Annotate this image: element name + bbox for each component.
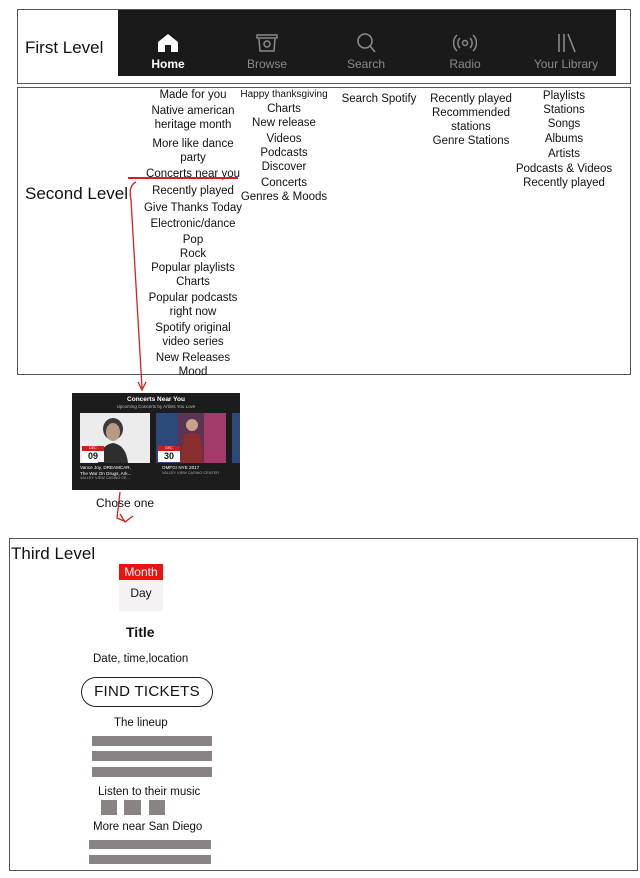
radio-item[interactable]: Recently played (424, 92, 518, 106)
search-submenu: Search Spotify (336, 92, 422, 106)
lineup-heading: The lineup (114, 717, 168, 729)
event-day-2: 30 (163, 451, 174, 461)
home-item[interactable]: right now (134, 305, 252, 319)
tab-browse-label: Browse (246, 57, 287, 71)
browse-submenu: Happy thanksgiving Charts New release Vi… (236, 88, 332, 204)
tab-your-library-label: Your Library (533, 57, 599, 71)
card-caption: Chose one (96, 496, 155, 510)
tab-search[interactable]: Search (316, 18, 416, 76)
home-icon (158, 34, 178, 52)
library-item[interactable]: Podcasts & Videos (512, 162, 616, 176)
event-title: Title (126, 624, 155, 640)
selection-underline (128, 177, 238, 179)
event-venue-1: VALLEY VIEW CASINO CE... (80, 476, 130, 480)
card-subtitle: Upcoming Concerts by Artists You Love (116, 404, 196, 409)
date-badge: Month Day (119, 564, 163, 611)
card-title: Concerts Near You (127, 396, 185, 403)
next-event-peek (232, 413, 240, 463)
browse-item[interactable]: Podcasts (236, 146, 332, 160)
library-item[interactable]: Songs (512, 117, 616, 131)
tab-bar: Home Browse Search Radio Your Library (118, 18, 616, 76)
home-item[interactable]: Spotify original (134, 321, 252, 335)
lineup-row[interactable] (92, 736, 212, 746)
event-details: Date, time,location (93, 653, 189, 665)
home-item[interactable]: Recently played (134, 184, 252, 198)
home-item[interactable]: Give Thanks Today (134, 201, 252, 215)
tab-search-label: Search (346, 57, 386, 71)
event-date-2: DEC 30 (158, 446, 180, 462)
home-submenu: Made for you Native american heritage mo… (134, 88, 252, 379)
music-tile[interactable] (149, 800, 165, 815)
home-item[interactable]: More like dance (134, 137, 252, 151)
event-venue-2: VALLEY VIEW CASINO CENTER (162, 470, 220, 475)
library-item[interactable]: Artists (512, 147, 616, 161)
home-item[interactable]: Rock (134, 247, 252, 261)
find-tickets-button[interactable]: FIND TICKETS (81, 677, 213, 707)
event-caption-2[interactable]: OMFG! NYE 2017 VALLEY VIEW CASINO CENTER (162, 465, 236, 476)
home-item[interactable]: Popular playlists (134, 261, 252, 275)
search-icon (357, 33, 376, 53)
home-item[interactable]: New Releases (134, 351, 252, 365)
music-tile[interactable] (124, 800, 141, 815)
browse-item[interactable]: Genres & Moods (236, 190, 332, 204)
browse-item[interactable]: Charts (236, 102, 332, 116)
arrow-to-card-head (137, 381, 147, 392)
home-item[interactable]: Popular podcasts (134, 291, 252, 305)
event-date-1: DEC 09 (82, 446, 104, 462)
arrow-to-third-level-head (119, 513, 134, 523)
date-badge-day: Day (130, 586, 152, 600)
tab-your-library[interactable]: Your Library (516, 18, 616, 76)
home-item[interactable]: Native american (134, 104, 252, 118)
browse-icon (256, 34, 278, 52)
concerts-near-you-card: Concerts Near You Upcoming Concerts by A… (72, 393, 240, 490)
tab-radio[interactable]: Radio (415, 18, 515, 76)
home-item[interactable]: heritage month (134, 118, 252, 132)
second-level-title: Second Level (25, 184, 129, 203)
library-item[interactable]: Albums (512, 132, 616, 146)
nearby-event-row[interactable] (89, 840, 211, 849)
browse-item[interactable]: Discover (236, 160, 332, 174)
library-item[interactable]: Stations (512, 103, 616, 117)
home-item[interactable]: Mood (134, 365, 252, 379)
browse-item[interactable]: Happy thanksgiving (236, 88, 332, 102)
radio-item[interactable]: Recommended (424, 106, 518, 120)
browse-item[interactable]: Concerts (236, 176, 332, 190)
home-item[interactable]: Pop (134, 233, 252, 247)
search-item[interactable]: Search Spotify (336, 92, 422, 106)
radio-submenu: Recently played Recommended stations Gen… (424, 92, 518, 148)
home-item[interactable]: video series (134, 335, 252, 349)
library-item[interactable]: Recently played (512, 176, 616, 190)
tab-browse[interactable]: Browse (217, 18, 317, 76)
library-submenu: Playlists Stations Songs Albums Artists … (512, 89, 616, 190)
browse-item[interactable]: New release (236, 116, 332, 130)
lineup-row[interactable] (92, 767, 212, 777)
browse-item[interactable]: Videos (236, 132, 332, 146)
event-day-1: 09 (87, 451, 98, 461)
more-near-heading: More near San Diego (93, 821, 203, 833)
find-tickets-label: FIND TICKETS (94, 683, 200, 700)
library-icon (558, 33, 576, 53)
tab-radio-label: Radio (449, 57, 481, 71)
event-caption-1[interactable]: Vance Joy, DREAMCAR, The War On Drugs, A… (80, 465, 152, 482)
third-level-title: Third Level (11, 544, 96, 563)
library-item[interactable]: Playlists (512, 89, 616, 103)
tab-home[interactable]: Home (118, 18, 218, 76)
tab-bar-top-edge (118, 10, 616, 18)
home-item[interactable]: Electronic/dance (134, 217, 252, 231)
tab-home-label: Home (151, 57, 185, 71)
radio-icon (453, 34, 477, 52)
home-item[interactable]: Charts (134, 275, 252, 289)
nearby-event-row[interactable] (89, 855, 211, 864)
listen-heading: Listen to their music (98, 786, 201, 798)
radio-item[interactable]: stations (424, 120, 518, 134)
radio-item[interactable]: Genre Stations (424, 134, 518, 148)
home-item[interactable]: Made for you (134, 88, 252, 102)
home-item[interactable]: party (134, 151, 252, 165)
music-tile[interactable] (101, 800, 117, 815)
date-badge-month: Month (119, 564, 163, 580)
lineup-row[interactable] (92, 751, 212, 761)
first-level-title: First Level (25, 38, 104, 57)
